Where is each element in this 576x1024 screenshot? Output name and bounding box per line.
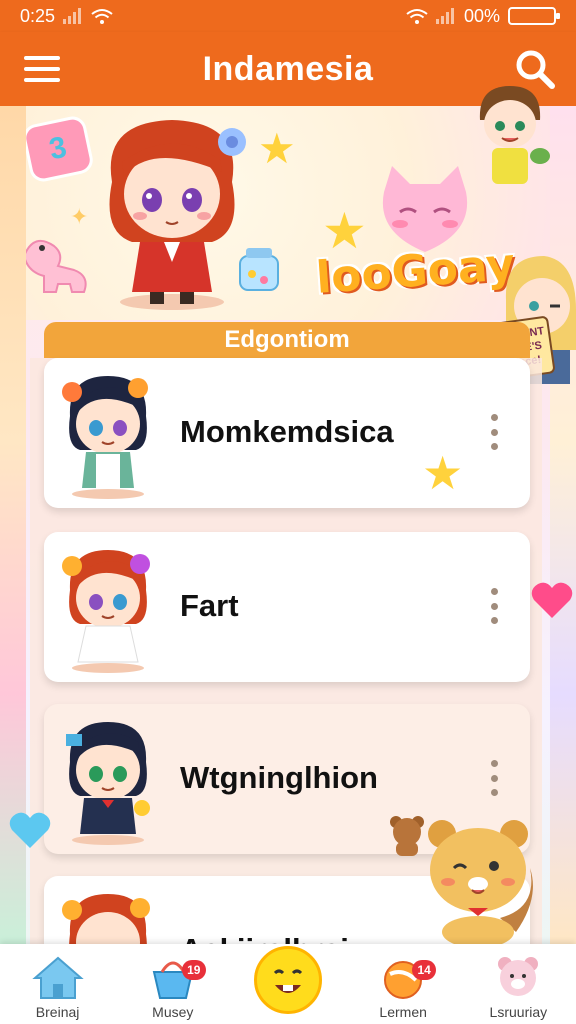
avatar [62,894,150,944]
blue-heart-icon [9,812,51,848]
nav-item-basket[interactable]: 19 Musey [118,954,228,1020]
notification-badge: 19 [181,960,206,980]
kebab-icon-dot [490,414,498,421]
star-icon: ✦ [70,204,89,229]
bottom-navigation: Breinaj 19 Musey 14 Lermen Lsruuriay [0,944,576,1024]
signal-icon [63,8,82,24]
nav-item-teddy[interactable]: Lsruuriay [463,954,573,1020]
bear-mascot-illustration [428,820,533,948]
chibi-boy-illustration [479,86,550,184]
chibi-girl-illustration [109,120,246,310]
pink-dinosaur-illustration [26,239,87,293]
more-options-button[interactable] [484,760,504,796]
heart-icon [531,582,573,618]
menu-icon-line [24,78,60,82]
avatar [62,550,150,673]
item-name: Ackiiralhrai [180,932,349,944]
status-right: 00% [406,5,560,27]
nav-label: Musey [152,1004,194,1020]
battery-percent: 00% [463,5,500,26]
battery-icon [508,7,560,25]
item-name: Momkemdsica [180,414,394,449]
avatar [66,722,150,845]
kebab-icon-dot [490,443,498,450]
page-title: Indamesia [202,49,374,88]
kebab-icon-dot [490,617,498,624]
kebab-icon-dot [490,774,498,782]
smiley-icon[interactable] [253,946,322,1014]
status-left: 0:25 [20,6,113,27]
star-icon: ★ [258,125,296,172]
menu-button[interactable] [22,52,62,86]
menu-icon-line [24,67,60,71]
wifi-icon [91,9,113,24]
nav-item-center[interactable] [233,946,343,1020]
kebab-icon-dot [490,588,498,595]
smiley-face [273,969,303,993]
section-title: Edgontiom [224,326,350,353]
item-name: Wtgninglhion [180,760,378,795]
candy-jar-illustration [239,248,279,291]
more-options-button[interactable] [484,414,504,450]
nav-item-home[interactable]: Breinaj [3,954,113,1020]
section-header: Edgontiom [44,322,530,358]
status-bar: 0:25 00% [0,0,576,32]
kebab-icon-dot [490,760,498,767]
nav-item-candy[interactable]: 14 Lermen [348,954,458,1020]
notification-badge: 14 [412,960,437,980]
list-item[interactable]: Fart [44,532,530,682]
avatar [62,376,148,499]
item-name: Fart [180,588,239,623]
nav-label: Breinaj [35,1004,80,1020]
kebab-icon-dot [490,428,498,436]
badge-sticker: 3 [26,113,96,185]
small-bear-icon [390,816,424,856]
wifi-icon-right [406,9,428,24]
home-icon [31,956,84,999]
star-icon: ★ [422,447,464,499]
decorative-strip-right [550,106,576,946]
nav-label: Lermen [379,1004,427,1020]
menu-icon-line [24,56,60,60]
badge-text: 3 [46,130,70,167]
more-options-button[interactable] [484,588,504,624]
kebab-icon-dot [490,789,498,796]
kebab-icon-dot [490,602,498,610]
signal-icon-right [435,8,454,24]
nav-label: Lsruuriay [489,1004,548,1020]
teddy-icon [498,957,539,996]
status-time: 0:25 [20,5,56,26]
